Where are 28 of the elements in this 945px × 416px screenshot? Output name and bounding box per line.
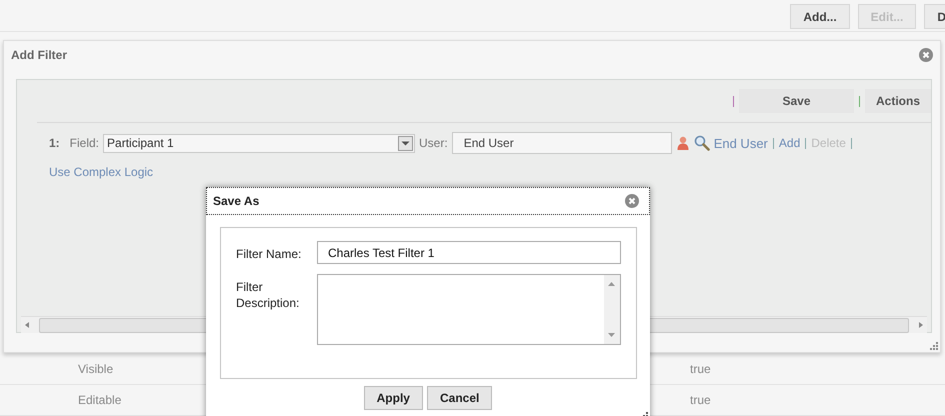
dialog-title: Add Filter — [11, 48, 67, 62]
row-number: 1: — [49, 136, 60, 150]
dialog-title: Save As — [213, 194, 260, 208]
user-field[interactable]: End User — [452, 132, 672, 154]
name-field[interactable]: Charles Test Filter 1 — [317, 241, 621, 264]
field-dropdown[interactable]: Participant 1 — [103, 134, 416, 152]
close-icon[interactable] — [919, 48, 933, 62]
save-button[interactable]: Save — [739, 89, 854, 113]
user-label: User: — [419, 136, 448, 150]
table-cell: true — [690, 393, 711, 407]
close-icon[interactable] — [625, 194, 639, 208]
table-cell: Editable — [78, 393, 122, 407]
scroll-right-icon — [917, 321, 925, 329]
toolbar-button[interactable]: Add... — [790, 4, 850, 29]
apply-button[interactable]: Apply — [364, 386, 423, 410]
description-label: Filter Description: — [236, 279, 300, 311]
field-label: Field: — [70, 136, 100, 150]
actions-button[interactable]: Actions — [865, 89, 931, 113]
name-label: Filter Name: — [236, 246, 302, 262]
description-field[interactable] — [317, 274, 621, 345]
scroll-left-icon — [23, 321, 31, 329]
search-icon — [694, 135, 710, 151]
resize-grip-icon — [929, 341, 938, 350]
scroll-up-icon — [608, 282, 615, 286]
table-cell: Visible — [78, 362, 114, 376]
cancel-button[interactable]: Cancel — [426, 386, 492, 410]
person-icon — [676, 136, 689, 150]
table-cell: true — [690, 362, 711, 376]
